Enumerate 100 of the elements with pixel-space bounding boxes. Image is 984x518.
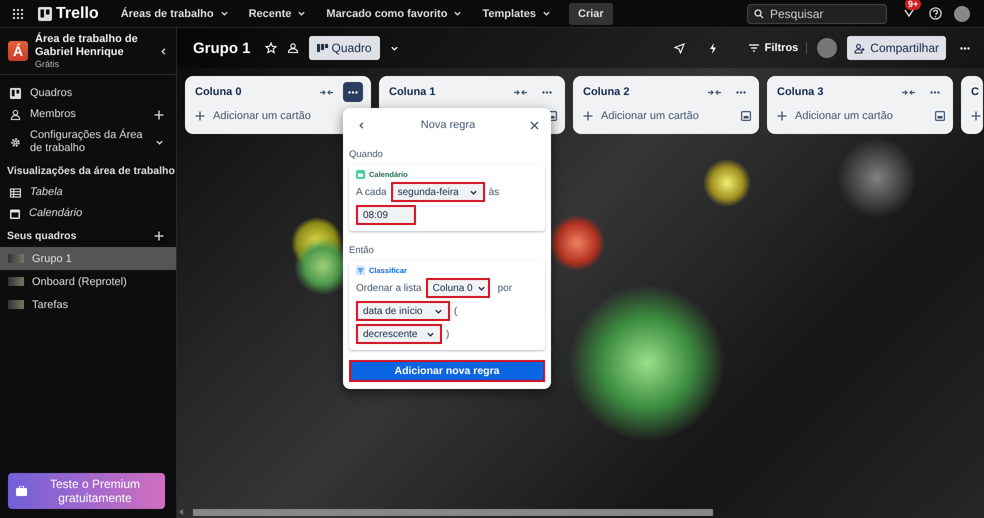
workspace-plan: Grátis (35, 59, 60, 69)
collapse-sidebar-button[interactable] (159, 46, 168, 56)
briefcase-icon (16, 486, 27, 496)
board-item[interactable]: Onboard (Reprotel) (0, 270, 176, 293)
more-icon (542, 90, 552, 94)
chevron-down-icon (390, 44, 399, 52)
board-thumbnail (8, 254, 24, 263)
user-avatar[interactable] (954, 6, 970, 22)
nav-menu-button[interactable]: Áreas de trabalho (112, 4, 237, 24)
time-field[interactable]: 08:09 (356, 205, 416, 225)
notification-badge: 9+ (905, 0, 922, 10)
popup-title: Nova regra (420, 119, 476, 131)
person-icon (10, 109, 21, 120)
share-button[interactable]: Compartilhar (847, 36, 946, 60)
list-title[interactable]: Coluna 2 (583, 86, 698, 98)
list-title[interactable]: Coluna 3 (777, 86, 892, 98)
dropdown[interactable]: data de início (356, 301, 450, 321)
list-title[interactable]: Coluna 0 (195, 86, 310, 98)
filter-button[interactable]: Filtros (740, 42, 808, 54)
chevron-left-icon (159, 46, 168, 56)
people-icon[interactable] (286, 42, 299, 54)
star-icon[interactable] (264, 42, 277, 54)
back-button[interactable] (357, 120, 366, 130)
dropdown[interactable]: segunda-feira (390, 182, 485, 202)
board-thumbnail (8, 277, 24, 286)
chevron-down-icon (453, 9, 462, 18)
search-field[interactable]: Pesquisar (747, 4, 887, 24)
dropdown[interactable]: Coluna 0 (426, 278, 490, 298)
chevron-down-icon (220, 9, 229, 18)
card-template-icon[interactable] (741, 111, 751, 121)
search-icon (754, 8, 764, 18)
plus-icon[interactable] (583, 111, 593, 121)
close-icon[interactable] (530, 120, 539, 130)
chevron-down-icon (426, 330, 435, 338)
sidebar-item[interactable]: Configurações da Área de trabalho (30, 129, 146, 155)
chevron-down-icon (434, 306, 443, 316)
board-title[interactable]: Grupo 1 (193, 40, 251, 56)
rule-text: ) (446, 328, 450, 340)
rule-text: às (488, 186, 500, 198)
more-icon (348, 90, 358, 94)
board-item[interactable]: Grupo 1 (0, 247, 176, 270)
chevron-down-icon (297, 9, 306, 18)
sidebar-item[interactable]: Calendário (29, 207, 164, 220)
plus-icon[interactable] (195, 111, 205, 121)
collapse-icon[interactable] (514, 88, 527, 96)
app-logo-text[interactable]: Trello (56, 4, 99, 22)
add-card-button[interactable]: Adicionar um cartão (795, 110, 927, 122)
list-title[interactable]: C (971, 86, 983, 98)
rule-text: A cada (356, 186, 387, 198)
rule-text: por (498, 282, 512, 294)
add-rule-button[interactable]: Adicionar nova regra (349, 360, 545, 382)
section-label: Quando (349, 149, 384, 160)
apps-grid-icon[interactable] (12, 8, 24, 20)
scroll-left-arrow-icon[interactable] (179, 509, 183, 515)
send-icon[interactable] (674, 42, 685, 54)
section-label: Então (349, 245, 375, 256)
board-icon (316, 44, 328, 52)
sidebar-item[interactable]: Tabela (30, 186, 164, 199)
board-view-button[interactable]: Quadro (308, 36, 380, 60)
chevron-down-icon (476, 284, 486, 292)
rule-text: Ordenar a lista (356, 282, 422, 294)
section-title: Visualizações da área de trabalho (7, 165, 175, 177)
more-icon (736, 90, 746, 94)
table-icon (10, 188, 21, 198)
list-menu-button[interactable] (343, 82, 363, 102)
settings-icon (10, 136, 21, 148)
sort-icon (356, 266, 365, 275)
sidebar-item[interactable]: Quadros (30, 87, 164, 100)
premium-trial-button[interactable]: Teste o Premium gratuitamente (8, 473, 165, 509)
collapse-icon[interactable] (320, 88, 333, 96)
collapse-icon[interactable] (708, 88, 721, 96)
add-card-button[interactable]: Adicionar um cartão (601, 110, 733, 122)
dropdown[interactable]: decrescente (356, 324, 442, 344)
calendar-icon (356, 170, 365, 179)
calendar-icon (10, 208, 20, 219)
plus-icon[interactable] (971, 111, 981, 121)
sidebar-item[interactable]: Membros (30, 108, 145, 121)
trello-logo-icon[interactable] (38, 6, 52, 20)
list-title[interactable]: Coluna 1 (389, 86, 504, 98)
card-template-icon[interactable] (935, 111, 945, 121)
nav-menu-button[interactable]: Recente (240, 4, 314, 24)
chevron-down-icon (542, 9, 552, 18)
nav-menu-button[interactable]: Marcado como favorito (318, 4, 470, 24)
collapse-icon[interactable] (902, 88, 915, 96)
rule-text: ( (454, 306, 458, 316)
more-icon (960, 46, 970, 50)
workspace-name[interactable]: Área de trabalho de Gabriel Henrique (35, 33, 152, 59)
plus-icon[interactable] (777, 111, 787, 121)
add-person-icon (854, 42, 866, 54)
section-title: Seus quadros (7, 230, 76, 242)
lightning-icon[interactable] (708, 42, 717, 54)
workspace-logo[interactable]: Á (8, 41, 28, 61)
filter-icon (748, 44, 759, 52)
more-icon (930, 90, 940, 94)
board-item[interactable]: Tarefas (0, 293, 176, 316)
nav-menu-button[interactable]: Templates (474, 4, 560, 24)
create-button[interactable]: Criar (569, 2, 613, 24)
board-thumbnail (8, 300, 24, 309)
help-icon[interactable] (929, 7, 942, 20)
chevron-down-icon (155, 138, 164, 146)
